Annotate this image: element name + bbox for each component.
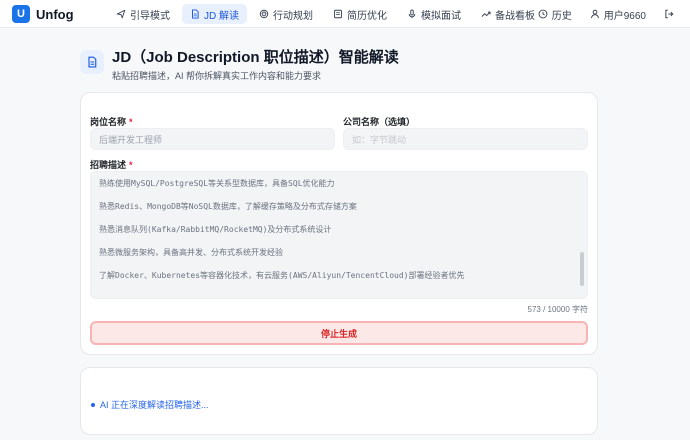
nav-item-plan[interactable]: 行动规划 <box>251 4 321 24</box>
jd-form-card: 岗位名称 * 后端开发工程师 公司名称（选填） 如：字节跳动 招聘描述 * 熟练使用… <box>80 92 598 355</box>
status-text: AI 正在深度解读招聘描述... <box>100 400 209 410</box>
nav-item-jd[interactable]: JD 解读 <box>182 4 247 24</box>
loading-dot-icon <box>91 402 95 407</box>
jd-line: 熟悉微服务架构，具备高并发、分布式系统开发经验 <box>99 248 283 257</box>
nav-item-resume[interactable]: 简历优化 <box>325 4 395 24</box>
nav-item-label: 行动规划 <box>273 10 313 22</box>
position-label: 岗位名称 * <box>90 117 133 127</box>
company-input[interactable]: 如：字节跳动 <box>343 128 588 150</box>
jd-line: 熟练使用MySQL/PostgreSQL等关系型数据库，具备SQL优化能力 <box>99 179 335 188</box>
jd-textarea[interactable]: 熟练使用MySQL/PostgreSQL等关系型数据库，具备SQL优化能力 熟悉… <box>90 171 588 299</box>
microphone-icon <box>408 9 416 19</box>
jd-text-lines: 熟练使用MySQL/PostgreSQL等关系型数据库，具备SQL优化能力 熟悉… <box>99 178 573 293</box>
logout-button[interactable] <box>660 4 678 24</box>
company-label: 公司名称（选填） <box>343 117 416 127</box>
required-mark: * <box>129 160 133 170</box>
brand-name: Unfog <box>36 6 74 22</box>
jd-line: 了解Docker、Kubernetes等容器化技术，有云服务(AWS/Aliyu… <box>99 271 465 280</box>
jd-line: 熟悉消息队列(Kafka/RabbitMQ/RocketMQ)及分布式系统设计 <box>99 225 332 234</box>
history-label: 历史 <box>551 10 572 22</box>
nav-item-dashboard[interactable]: 备战看板 <box>473 4 543 24</box>
analysis-status-card: AI 正在深度解读招聘描述... <box>80 367 598 435</box>
position-input[interactable]: 后端开发工程师 <box>90 128 335 150</box>
scrollbar-thumb[interactable] <box>580 252 584 286</box>
main-nav: 引导模式 JD 解读 行动规划 简历优化 模拟面试 备战看板 <box>108 4 543 24</box>
nav-right: 历史 用户9660 <box>534 4 678 24</box>
document-icon <box>192 9 199 19</box>
stop-generation-button[interactable]: 停止生成 <box>90 321 588 345</box>
document-icon <box>80 50 104 74</box>
jd-line: 熟悉Redis、MongoDB等NoSQL数据库，了解缓存策略及分布式存储方案 <box>99 202 357 211</box>
trend-icon <box>481 11 491 17</box>
resume-icon <box>334 9 342 19</box>
nav-item-interview[interactable]: 模拟面试 <box>399 4 469 24</box>
logout-icon <box>665 9 674 19</box>
page-title: JD（Job Description 职位描述）智能解读 <box>112 49 399 66</box>
send-icon <box>116 9 126 19</box>
nav-item-guide[interactable]: 引导模式 <box>108 4 178 24</box>
jd-label: 招聘描述 * <box>90 160 133 170</box>
page-header: JD（Job Description 职位描述）智能解读 粘贴招聘描述，AI 帮… <box>80 48 399 82</box>
brand[interactable]: U Unfog <box>12 5 74 23</box>
status-line: AI 正在深度解读招聘描述... <box>91 398 209 411</box>
nav-item-label: 引导模式 <box>130 10 170 22</box>
nav-item-label: 简历优化 <box>347 10 387 22</box>
user-label: 用户9660 <box>603 10 646 22</box>
nav-item-label: 备战看板 <box>495 10 535 22</box>
target-icon <box>259 9 269 19</box>
char-counter: 573 / 10000 字符 <box>527 305 588 314</box>
nav-item-label: JD 解读 <box>204 10 239 22</box>
page-subtitle: 粘贴招聘描述，AI 帮你拆解真实工作内容和能力要求 <box>112 71 322 81</box>
history-button[interactable]: 历史 <box>534 4 576 24</box>
brand-logo: U <box>12 5 30 23</box>
nav-item-label: 模拟面试 <box>421 10 461 22</box>
top-nav-bar: U Unfog 引导模式 JD 解读 行动规划 简历优化 模拟面试 备战看板 历… <box>0 0 690 28</box>
required-mark: * <box>129 117 133 127</box>
clock-icon <box>538 9 548 19</box>
user-menu[interactable]: 用户9660 <box>586 4 650 24</box>
user-icon <box>590 9 599 19</box>
